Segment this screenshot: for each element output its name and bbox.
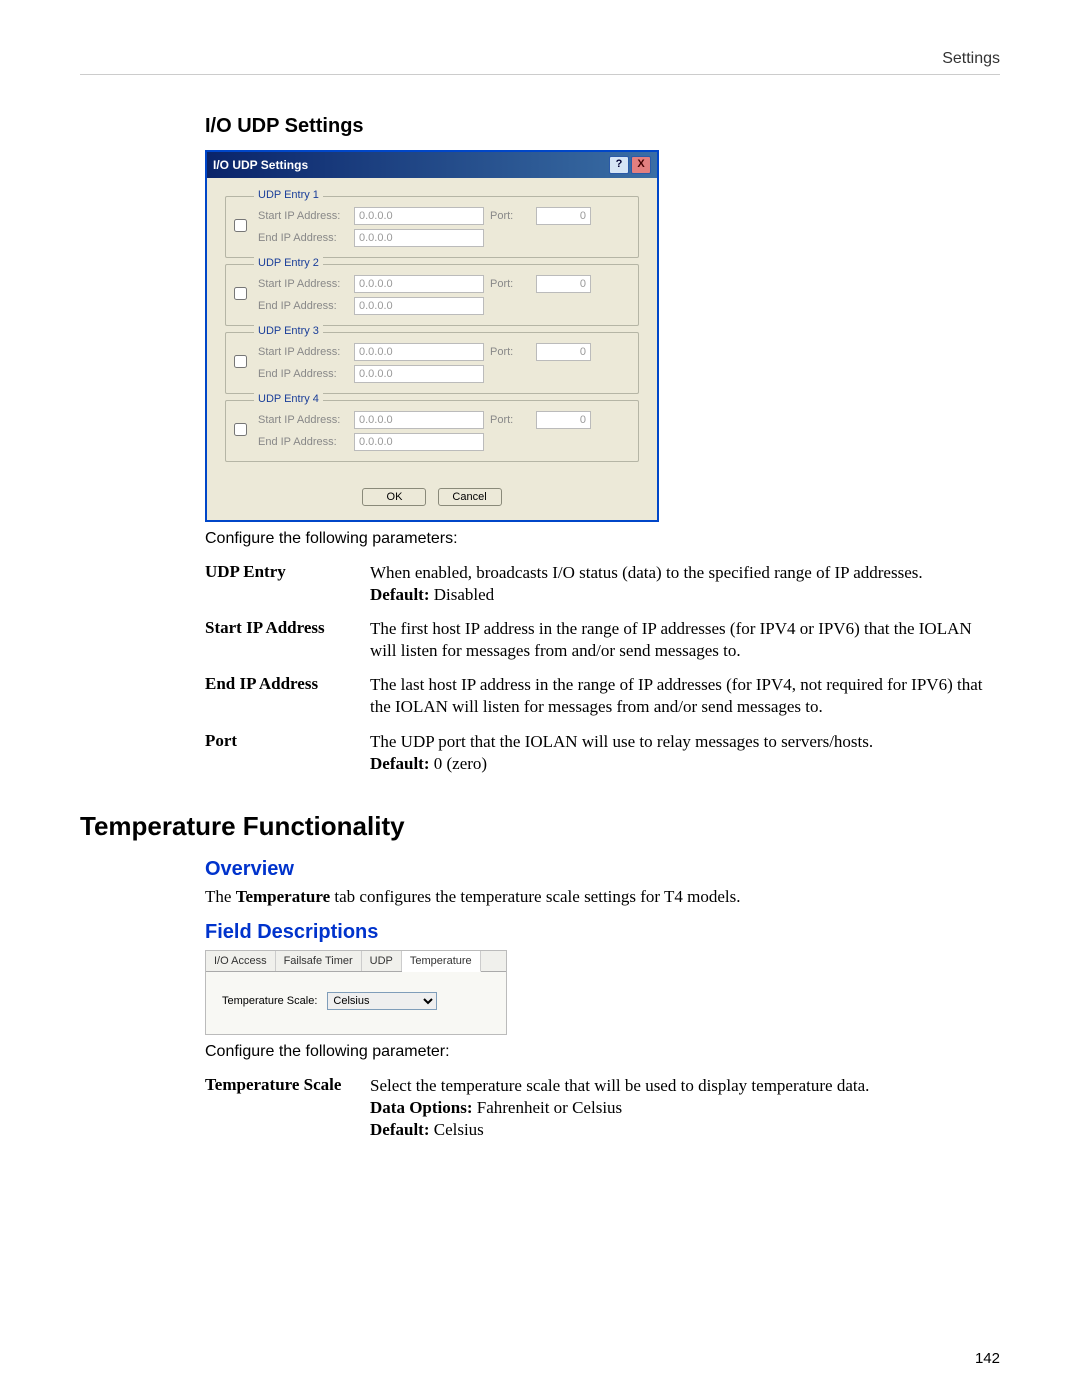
end-ip-input[interactable] <box>354 365 484 383</box>
param-desc: When enabled, broadcasts I/O status (dat… <box>370 556 1000 612</box>
udp-entry-2: UDP Entry 2 Start IP Address: Port: End … <box>225 264 639 326</box>
configure-intro-2: Configure the following parameter: <box>205 1043 1000 1061</box>
temperature-scale-label: Temperature Scale: <box>222 995 317 1007</box>
header-right-text: Settings <box>80 50 1000 74</box>
entry-legend: UDP Entry 1 <box>254 189 323 201</box>
start-ip-input[interactable] <box>354 411 484 429</box>
overview-heading: Overview <box>205 858 1000 881</box>
param-label: Temperature Scale <box>205 1069 370 1147</box>
header-divider <box>80 74 1000 75</box>
start-ip-label: Start IP Address: <box>258 346 348 358</box>
tab-io-access[interactable]: I/O Access <box>206 951 276 971</box>
param-table-1: UDP Entry When enabled, broadcasts I/O s… <box>205 556 1000 781</box>
param-table-2: Temperature Scale Select the temperature… <box>205 1069 1000 1147</box>
configure-intro: Configure the following parameters: <box>205 530 1000 548</box>
entry-4-checkbox[interactable] <box>234 423 247 436</box>
overview-text: The Temperature tab configures the tempe… <box>205 887 1000 907</box>
param-desc: The UDP port that the IOLAN will use to … <box>370 725 1000 781</box>
port-label: Port: <box>490 414 530 426</box>
entry-legend: UDP Entry 2 <box>254 257 323 269</box>
start-ip-input[interactable] <box>354 207 484 225</box>
param-label: Start IP Address <box>205 612 370 668</box>
page-number: 142 <box>975 1350 1000 1367</box>
param-desc: Select the temperature scale that will b… <box>370 1069 1000 1147</box>
start-ip-label: Start IP Address: <box>258 278 348 290</box>
end-ip-input[interactable] <box>354 297 484 315</box>
temperature-scale-select[interactable]: Celsius <box>327 992 437 1010</box>
field-descriptions-heading: Field Descriptions <box>205 921 1000 944</box>
end-ip-input[interactable] <box>354 229 484 247</box>
port-input[interactable] <box>536 343 591 361</box>
param-desc: The last host IP address in the range of… <box>370 668 1000 724</box>
port-input[interactable] <box>536 207 591 225</box>
dialog-title: I/O UDP Settings <box>213 158 308 172</box>
end-ip-label: End IP Address: <box>258 436 348 448</box>
io-udp-dialog: I/O UDP Settings ? X UDP Entry 1 Start I… <box>205 150 659 522</box>
cancel-button[interactable]: Cancel <box>438 488 502 506</box>
tab-temperature[interactable]: Temperature <box>402 951 481 972</box>
entry-1-checkbox[interactable] <box>234 219 247 232</box>
port-label: Port: <box>490 278 530 290</box>
param-label: Port <box>205 725 370 781</box>
end-ip-label: End IP Address: <box>258 368 348 380</box>
port-input[interactable] <box>536 411 591 429</box>
dialog-help-button[interactable]: ? <box>609 156 629 174</box>
udp-entry-3: UDP Entry 3 Start IP Address: Port: End … <box>225 332 639 394</box>
tab-strip: I/O Access Failsafe Timer UDP Temperatur… <box>206 951 506 972</box>
entry-2-checkbox[interactable] <box>234 287 247 300</box>
dialog-close-button[interactable]: X <box>631 156 651 174</box>
end-ip-label: End IP Address: <box>258 300 348 312</box>
tab-failsafe-timer[interactable]: Failsafe Timer <box>276 951 362 971</box>
udp-entry-1: UDP Entry 1 Start IP Address: Port: End … <box>225 196 639 258</box>
ok-button[interactable]: OK <box>362 488 426 506</box>
param-desc: The first host IP address in the range o… <box>370 612 1000 668</box>
start-ip-label: Start IP Address: <box>258 414 348 426</box>
section-io-udp-title: I/O UDP Settings <box>205 115 1000 138</box>
entry-legend: UDP Entry 4 <box>254 393 323 405</box>
start-ip-input[interactable] <box>354 275 484 293</box>
end-ip-input[interactable] <box>354 433 484 451</box>
udp-entry-4: UDP Entry 4 Start IP Address: Port: End … <box>225 400 639 462</box>
end-ip-label: End IP Address: <box>258 232 348 244</box>
port-label: Port: <box>490 210 530 222</box>
param-label: End IP Address <box>205 668 370 724</box>
dialog-titlebar: I/O UDP Settings ? X <box>207 152 657 178</box>
param-label: UDP Entry <box>205 556 370 612</box>
start-ip-input[interactable] <box>354 343 484 361</box>
port-input[interactable] <box>536 275 591 293</box>
port-label: Port: <box>490 346 530 358</box>
tab-udp[interactable]: UDP <box>362 951 402 971</box>
start-ip-label: Start IP Address: <box>258 210 348 222</box>
entry-3-checkbox[interactable] <box>234 355 247 368</box>
temperature-panel: I/O Access Failsafe Timer UDP Temperatur… <box>205 950 507 1035</box>
section-temperature-title: Temperature Functionality <box>80 811 1000 842</box>
entry-legend: UDP Entry 3 <box>254 325 323 337</box>
